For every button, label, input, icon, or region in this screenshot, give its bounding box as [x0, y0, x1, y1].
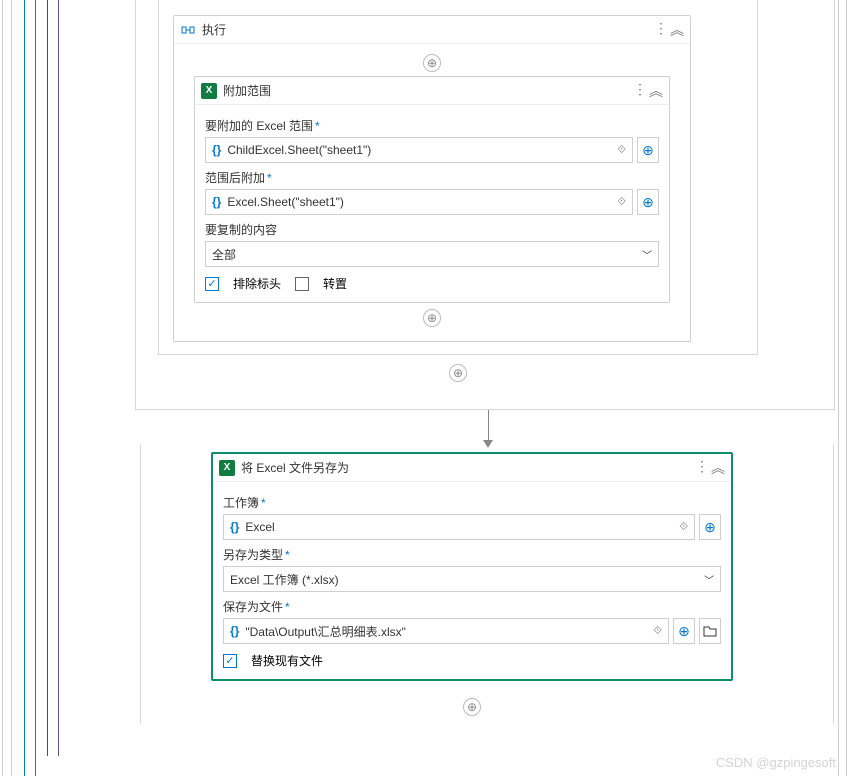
expand-icon[interactable]: ⟐	[617, 196, 626, 209]
more-icon[interactable]: ⋮	[633, 81, 647, 101]
activity-title: 执行	[202, 21, 654, 38]
expression-icon: {}	[212, 195, 221, 209]
transpose-label: 转置	[323, 275, 347, 292]
add-activity-bottom[interactable]: ⊕	[423, 309, 441, 327]
save-path-input[interactable]: {} "Data\Output\汇总明细表.xlsx" ⟐	[223, 618, 669, 644]
workbook-input[interactable]: {} Excel ⟐	[223, 514, 695, 540]
workbook-value: Excel	[245, 520, 274, 534]
add-option-button[interactable]: ⊕	[637, 137, 659, 163]
field-label-copy-content: 要复制的内容	[205, 221, 659, 238]
exclude-header-checkbox[interactable]: ✓	[205, 277, 219, 291]
chevron-down-icon: ﹀	[704, 572, 714, 587]
activity-header-execute[interactable]: 执行 ⋮ ︽	[174, 16, 690, 44]
source-range-value: ChildExcel.Sheet("sheet1")	[227, 143, 371, 157]
chevron-down-icon: ﹀	[642, 247, 652, 262]
expression-icon: {}	[230, 624, 239, 638]
excel-icon: X	[201, 83, 217, 99]
collapse-icon[interactable]: ︽	[649, 81, 663, 101]
save-type-value: Excel 工作簿 (*.xlsx)	[230, 571, 339, 588]
field-label-save-type: 另存为类型*	[223, 546, 721, 563]
transpose-checkbox[interactable]: ✓	[295, 277, 309, 291]
folder-icon	[703, 626, 717, 637]
expand-icon[interactable]: ⟐	[617, 144, 626, 157]
activity-save-excel-as[interactable]: X 将 Excel 文件另存为 ⋮ ︽ 工作簿* {} Excel ⟐ ⊕ 另存…	[211, 452, 733, 681]
add-activity-top[interactable]: ⊕	[423, 54, 441, 72]
expression-icon: {}	[230, 520, 239, 534]
activity-title: 将 Excel 文件另存为	[241, 459, 695, 476]
add-option-button[interactable]: ⊕	[699, 514, 721, 540]
field-label-workbook: 工作簿*	[223, 494, 721, 511]
replace-file-checkbox[interactable]: ✓	[223, 654, 237, 668]
more-icon[interactable]: ⋮	[654, 20, 668, 40]
field-label-after-range: 范围后附加*	[205, 169, 659, 186]
collapse-icon[interactable]: ︽	[670, 20, 684, 40]
add-activity-outer1[interactable]: ⊕	[449, 364, 467, 382]
execute-icon	[180, 22, 196, 38]
excel-icon: X	[219, 460, 235, 476]
expand-icon[interactable]: ⟐	[653, 625, 662, 638]
browse-folder-button[interactable]	[699, 618, 721, 644]
more-icon[interactable]: ⋮	[695, 458, 709, 478]
field-label-save-path: 保存为文件*	[223, 598, 721, 615]
after-range-value: Excel.Sheet("sheet1")	[227, 195, 344, 209]
add-option-button[interactable]: ⊕	[673, 618, 695, 644]
activity-header-save[interactable]: X 将 Excel 文件另存为 ⋮ ︽	[213, 454, 731, 482]
exclude-header-label: 排除标头	[233, 275, 281, 292]
activity-title: 附加范围	[223, 82, 633, 99]
expression-icon: {}	[212, 143, 221, 157]
flow-arrow	[483, 410, 493, 448]
copy-content-select[interactable]: 全部 ﹀	[205, 241, 659, 267]
source-range-input[interactable]: {} ChildExcel.Sheet("sheet1") ⟐	[205, 137, 633, 163]
save-type-select[interactable]: Excel 工作簿 (*.xlsx) ﹀	[223, 566, 721, 592]
collapse-icon[interactable]: ︽	[711, 458, 725, 478]
copy-content-value: 全部	[212, 246, 236, 263]
activity-append-range[interactable]: X 附加范围 ⋮ ︽ 要附加的 Excel 范围* {} ChildExcel.	[194, 76, 670, 303]
activity-header-append[interactable]: X 附加范围 ⋮ ︽	[195, 77, 669, 105]
expand-icon[interactable]: ⟐	[679, 521, 688, 534]
save-path-value: "Data\Output\汇总明细表.xlsx"	[245, 623, 406, 640]
add-activity-after-save[interactable]: ⊕	[463, 698, 481, 716]
add-option-button[interactable]: ⊕	[637, 189, 659, 215]
activity-execute[interactable]: 执行 ⋮ ︽ ⊕ X 附加范围 ⋮ ︽ 要附加	[173, 15, 691, 342]
watermark: CSDN @gzpingesoft	[716, 755, 836, 770]
after-range-input[interactable]: {} Excel.Sheet("sheet1") ⟐	[205, 189, 633, 215]
replace-file-label: 替换现有文件	[251, 652, 323, 669]
field-label-source-range: 要附加的 Excel 范围*	[205, 117, 659, 134]
